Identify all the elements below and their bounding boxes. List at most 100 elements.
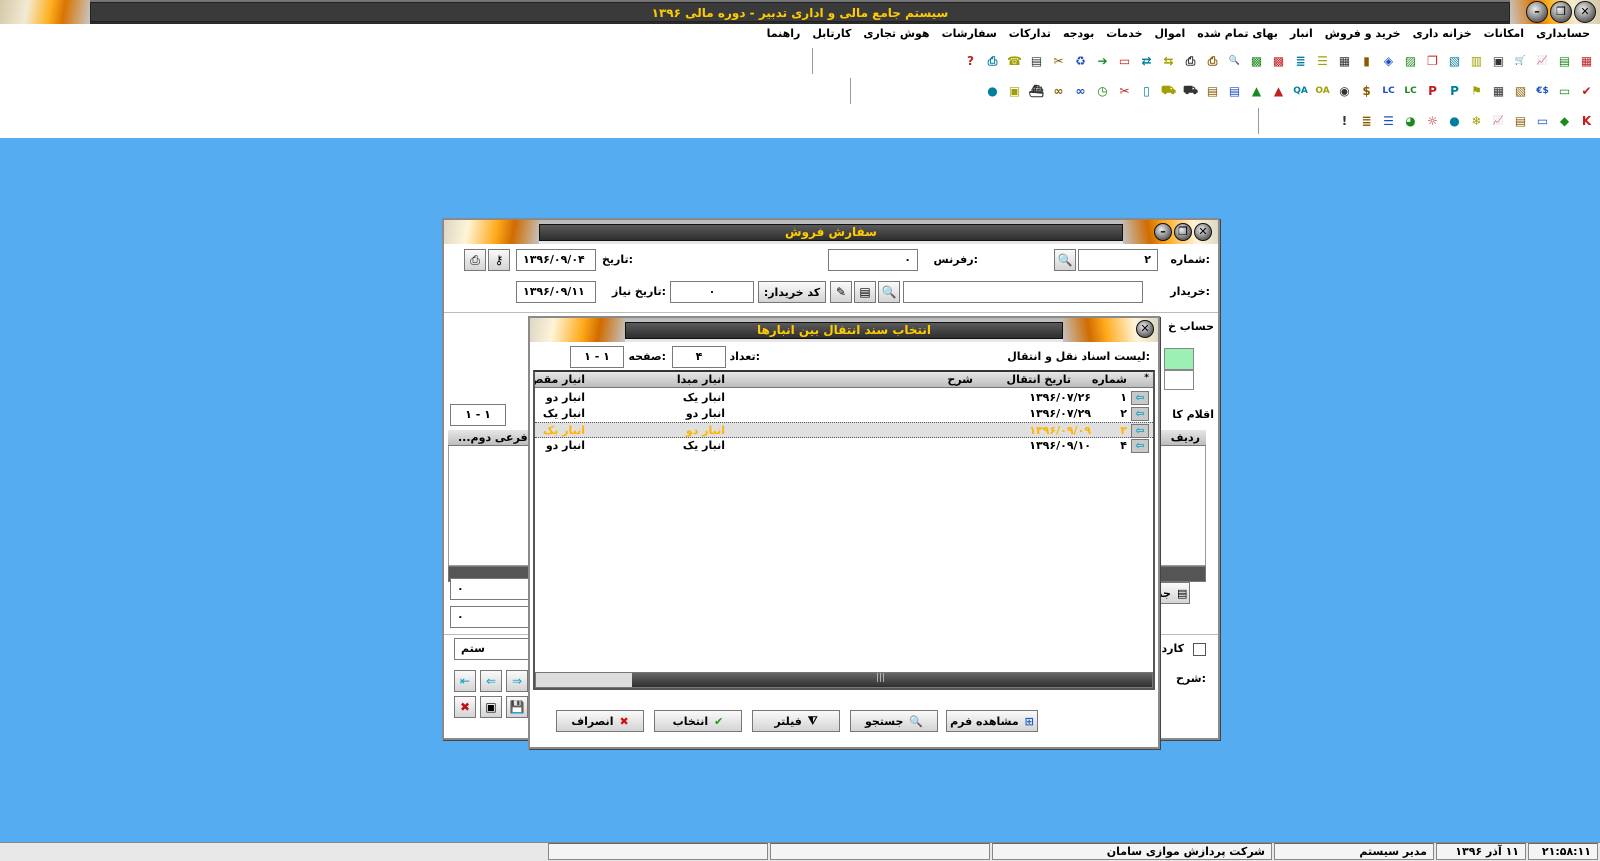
monitor-icon[interactable]: ▭ <box>1115 52 1134 71</box>
minimize-icon[interactable]: – <box>1154 223 1172 241</box>
qa-icon[interactable]: QA <box>1291 82 1310 101</box>
pdf-icon[interactable]: P <box>1445 82 1464 101</box>
cube-icon[interactable]: ◈ <box>1379 52 1398 71</box>
oa-icon[interactable]: OA <box>1313 82 1332 101</box>
search-button[interactable]: 🔍 جستجو <box>850 710 938 732</box>
pdf2-icon[interactable]: P <box>1423 82 1442 101</box>
table-row[interactable]: ⇦ ۱ ۱۳۹۶/۰۷/۲۶ انبار یک انبار دو <box>535 390 1153 406</box>
dollar-icon[interactable]: $ <box>1357 82 1376 101</box>
transfer-icon[interactable]: ⇆ <box>1159 52 1178 71</box>
copy-icon[interactable]: ❐ <box>1423 52 1442 71</box>
reference-field[interactable]: ۰ <box>828 249 918 271</box>
recycle-icon[interactable]: ♻ <box>1071 52 1090 71</box>
next-record-icon[interactable]: ⇒ <box>506 670 528 692</box>
description-field-left[interactable]: ستم <box>454 638 534 660</box>
list-icon[interactable]: ☰ <box>1313 52 1332 71</box>
register-icon[interactable]: ▣ <box>1005 82 1024 101</box>
need-date-field[interactable]: ۱۳۹۶/۰۹/۱۱ <box>516 281 596 303</box>
truck2-icon[interactable]: ⛟ <box>1159 82 1178 101</box>
moon-icon[interactable]: ● <box>1445 112 1464 131</box>
minimize-icon[interactable]: – <box>1526 1 1548 23</box>
number-field[interactable]: ۲ <box>1078 249 1158 271</box>
menu-item[interactable]: راهنما <box>761 24 807 44</box>
truck-icon[interactable]: ⛟ <box>1181 82 1200 101</box>
scroll-track-left[interactable] <box>536 673 632 687</box>
lc2-icon[interactable]: LC <box>1379 82 1398 101</box>
clock-icon[interactable]: ◷ <box>1093 82 1112 101</box>
doc-icon[interactable]: ▤ <box>1555 52 1574 71</box>
paper-icon[interactable]: ▧ <box>1511 82 1530 101</box>
printer-icon[interactable]: ⎙ <box>464 249 486 271</box>
help-icon[interactable]: ? <box>961 52 980 71</box>
bucket-icon[interactable]: ◉ <box>1335 82 1354 101</box>
lc-icon[interactable]: LC <box>1401 82 1420 101</box>
menu-item[interactable]: اموال <box>1149 24 1192 44</box>
check-icon[interactable]: ✔ <box>1577 82 1596 101</box>
items-page-field[interactable]: ۱ - ۱ <box>450 404 506 426</box>
table-row[interactable]: ⇦ ۲ ۱۳۹۶/۰۷/۲۹ انبار دو انبار یک <box>535 406 1153 422</box>
menu-item[interactable]: تدارکات <box>1003 24 1057 44</box>
table-row[interactable]: ⇦ ۴ ۱۳۹۶/۰۹/۱۰ انبار یک انبار دو <box>535 438 1153 454</box>
view-form-button[interactable]: ⊞ مشاهده فرم <box>946 710 1038 732</box>
close-icon[interactable]: ✕ <box>1574 1 1596 23</box>
dollar-euro-icon[interactable]: $€ <box>1533 82 1552 101</box>
screen-icon[interactable]: ▭ <box>1555 82 1574 101</box>
image-icon[interactable]: ▩ <box>1269 52 1288 71</box>
save-icon[interactable]: 💾 <box>506 696 528 718</box>
select-button[interactable]: ✔ انتخاب <box>654 710 742 732</box>
list2-icon[interactable]: ≣ <box>1357 112 1376 131</box>
grid-icon[interactable]: ▦ <box>1577 52 1596 71</box>
globe-icon[interactable]: ● <box>983 82 1002 101</box>
menu-item[interactable]: هوش تجاری <box>857 24 935 44</box>
binoculars2-icon[interactable]: ∞ <box>1049 82 1068 101</box>
box-icon[interactable]: ▣ <box>1489 52 1508 71</box>
paper-icon[interactable]: ▧ <box>1445 52 1464 71</box>
save-disabled-icon[interactable]: ▣ <box>480 696 502 718</box>
menu-item[interactable]: کارتابل <box>806 24 857 44</box>
book-icon[interactable]: ▯ <box>1137 82 1156 101</box>
binoculars-icon[interactable]: 🔍 <box>878 281 900 303</box>
restore-icon[interactable]: ❐ <box>1550 1 1572 23</box>
grid-icon[interactable]: ▦ <box>1489 82 1508 101</box>
snowflake-icon[interactable]: ❄ <box>1467 112 1486 131</box>
pie-icon[interactable]: ◕ <box>1401 112 1420 131</box>
prev-record-icon[interactable]: ⇐ <box>480 670 502 692</box>
ship-icon[interactable]: ⛴ <box>1027 82 1046 101</box>
printer-icon[interactable]: ⎙ <box>983 52 1002 71</box>
buyer-code-button[interactable]: کد خریدار: <box>758 281 826 303</box>
chart-icon[interactable]: 📈 <box>1533 52 1552 71</box>
chart-icon[interactable]: 📈 <box>1489 112 1508 131</box>
menu-item[interactable]: خدمات <box>1100 24 1148 44</box>
document-icon[interactable]: ▤ <box>854 281 876 303</box>
report-icon[interactable]: ▨ <box>1401 52 1420 71</box>
tag-icon[interactable]: ◆ <box>1555 112 1574 131</box>
restore-icon[interactable]: ❐ <box>1174 223 1192 241</box>
sun-icon[interactable]: ☼ <box>1423 112 1442 131</box>
menu-item[interactable]: حسابداری <box>1530 24 1596 44</box>
cancel-button[interactable]: ✖ انصراف <box>556 710 644 732</box>
transfer-grid-scrollbar[interactable]: ||| <box>535 672 1153 688</box>
menu-item[interactable]: خرید و فروش <box>1319 24 1407 44</box>
flag-icon[interactable]: ⚑ <box>1467 82 1486 101</box>
binoculars-icon[interactable]: 🔍 <box>1054 249 1076 271</box>
buyer-code-field[interactable]: ۰ <box>670 281 754 303</box>
close-icon[interactable]: ✕ <box>1194 223 1212 241</box>
stack-icon[interactable]: ▥ <box>1467 52 1486 71</box>
key-icon[interactable]: ⚷ <box>488 249 510 271</box>
print-icon[interactable]: ⎙ <box>1203 52 1222 71</box>
arrow-right-icon[interactable]: ➔ <box>1093 52 1112 71</box>
menu-item[interactable]: خزانه داری <box>1407 24 1478 44</box>
menu-item[interactable]: انبار <box>1284 24 1319 44</box>
kardex-checkbox[interactable] <box>1193 643 1206 656</box>
cut-icon[interactable]: ✂ <box>1115 82 1134 101</box>
menu-item[interactable]: امکانات <box>1478 24 1530 44</box>
menu-item[interactable]: بهای تمام شده <box>1191 24 1284 44</box>
list2-icon[interactable]: ≣ <box>1291 52 1310 71</box>
binoculars-icon[interactable]: ∞ <box>1071 82 1090 101</box>
bars-icon[interactable]: ▮ <box>1357 52 1376 71</box>
search-icon[interactable]: 🔍 <box>1225 52 1244 71</box>
page-field[interactable]: ۱ - ۱ <box>570 346 624 368</box>
date-field[interactable]: ۱۳۹۶/۰۹/۰۴ <box>516 249 596 271</box>
total-field-b[interactable]: ۰ <box>450 606 534 628</box>
doc-icon[interactable]: ▤ <box>1511 112 1530 131</box>
